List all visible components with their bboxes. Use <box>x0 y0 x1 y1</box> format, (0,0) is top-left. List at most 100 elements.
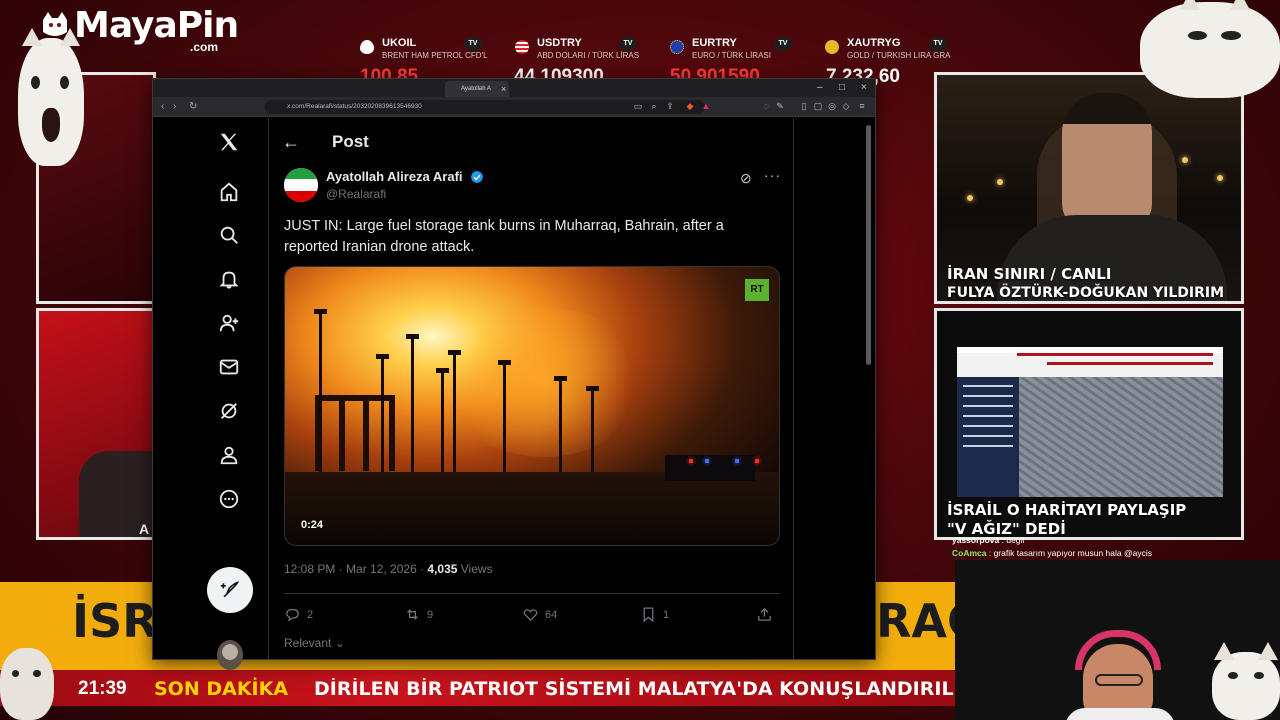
brave-shield-icon[interactable]: ◆ <box>685 101 695 111</box>
like-button[interactable]: 64 <box>522 606 557 623</box>
menu-icon[interactable]: ≡ <box>857 101 867 111</box>
close-window-icon[interactable]: × <box>861 81 867 95</box>
bookmark-button[interactable]: 1 <box>640 606 669 623</box>
chat-message: yassorpova : degil <box>952 535 1025 545</box>
streamer-body <box>1065 708 1175 720</box>
views-count: 4,035 <box>427 562 458 576</box>
tweet-video[interactable]: RT 0:24 <box>284 266 780 546</box>
grok-icon[interactable] <box>217 399 241 423</box>
more-options-icon[interactable] <box>217 487 241 511</box>
tv-frame-live-report: İRAN SINIRI / CANLI FULYA ÖZTÜRK-DOĞUKAN… <box>934 72 1244 304</box>
video-duration: 0:24 <box>301 519 324 531</box>
ticker-description: ABD DOLARI / TÜRK LİRAS <box>537 51 640 60</box>
broadcast-clock: 21:39 <box>78 678 127 699</box>
bookmark-icon <box>643 607 654 623</box>
author-name[interactable]: Ayatollah Alireza Arafi <box>326 169 463 184</box>
post-more-icon[interactable]: ··· <box>764 167 781 183</box>
tradingview-icon: TV <box>464 37 482 51</box>
zoom-icon[interactable]: ⌕ <box>649 101 659 111</box>
wallet-icon[interactable]: ▢ <box>813 101 823 111</box>
ticker-usdtry: USDTRY ABD DOLARI / TÜRK LİRAS TV <box>507 34 662 64</box>
tradingview-icon: TV <box>774 37 792 51</box>
grok-explain-icon[interactable]: ⊘ <box>740 170 752 187</box>
extensions-icon[interactable]: ✎ <box>775 101 785 111</box>
ticker-eurtry: EURTRY EURO / TÜRK LİRASI TV <box>662 34 817 64</box>
glasses <box>1095 674 1143 686</box>
x-logo-icon[interactable] <box>217 130 241 154</box>
browser-tab-bar: Ayatollah A × – □ × <box>153 79 875 97</box>
map-caption-line1: İSRAİL O HARİTAYI PAYLAŞIP <box>947 501 1187 519</box>
live-caption-line2: FULYA ÖZTÜRK-DOĞUKAN YILDIRIM <box>947 285 1225 301</box>
cast-icon[interactable]: ▭ <box>633 101 643 111</box>
tab-close-icon[interactable]: × <box>501 81 506 97</box>
notifications-icon[interactable] <box>217 267 241 291</box>
shared-map-image <box>957 347 1223 497</box>
share-icon[interactable]: ⇪ <box>665 101 675 111</box>
live-chat: yassorpova : degil CoAmca : grafik tasar… <box>952 534 1212 564</box>
author-handle[interactable]: @Realarafi <box>326 187 386 201</box>
cat-sticker-bottom-right <box>1212 642 1280 720</box>
back-nav-icon[interactable]: ‹ <box>161 100 164 114</box>
shield-icon[interactable]: ◇ <box>841 101 851 111</box>
page-title: Post <box>332 132 369 151</box>
compose-post-button[interactable] <box>207 567 253 613</box>
chevron-down-icon: ⌄ <box>331 636 345 650</box>
tradingview-icon: TV <box>929 37 947 51</box>
messages-icon[interactable] <box>217 355 241 379</box>
vpn-icon[interactable]: ◎ <box>827 101 837 111</box>
account-avatar[interactable] <box>217 640 243 670</box>
live-caption-line1: İRAN SINIRI / CANLI <box>947 265 1112 283</box>
tv-frame-bottom-left: A <box>36 308 156 540</box>
home-icon[interactable] <box>217 180 241 204</box>
repost-button[interactable]: 9 <box>404 606 433 623</box>
like-count: 64 <box>545 608 558 621</box>
ticker-xautryg: XAUTRYG GOLD / TURKISH LIRA GRA TV <box>817 34 972 64</box>
back-arrow-icon[interactable]: ← <box>282 132 300 153</box>
post-timestamp[interactable]: 12:08 PM · Mar 12, 2026 · 4,035 Views <box>284 562 493 576</box>
reply-sort-dropdown[interactable]: Relevant ⌄ <box>284 636 345 650</box>
eu-flag-icon <box>670 40 684 54</box>
ticker-symbol: UKOIL <box>382 37 417 49</box>
share-button[interactable] <box>756 606 779 623</box>
heart-icon <box>523 609 538 622</box>
oil-drop-icon <box>360 40 374 54</box>
reply-button[interactable]: 2 <box>284 606 313 623</box>
bookmark-count: 1 <box>663 608 670 621</box>
x-post-column: ← Post Ayatollah Alireza Arafi @Realaraf… <box>270 118 794 660</box>
page-scrollbar[interactable] <box>866 125 871 365</box>
market-ticker-bar: UKOIL BRENT HAM PETROL CFD'L TV USDTRY A… <box>352 34 972 64</box>
browser-window[interactable]: Ayatollah A × – □ × ‹ › ↻ ▯ x.com/Realar… <box>152 78 876 670</box>
headline-left: İSR <box>72 594 158 648</box>
ticker-symbol: EURTRY <box>692 37 737 49</box>
rt-logo: RT <box>745 279 769 301</box>
repost-icon <box>407 609 418 620</box>
forward-nav-icon[interactable]: › <box>173 100 176 114</box>
sidebar-icon[interactable]: ▯ <box>799 101 809 111</box>
cat-sticker-left <box>18 28 84 166</box>
caption-fragment: A <box>139 521 150 537</box>
ground <box>285 472 779 545</box>
author-avatar[interactable] <box>284 168 318 202</box>
ticker-symbol: XAUTRYG <box>847 37 901 49</box>
ticker-symbol: USDTRY <box>537 37 582 49</box>
ticker-description: GOLD / TURKISH LIRA GRA <box>847 51 951 60</box>
minimize-icon[interactable]: – <box>817 81 823 95</box>
ticker-description: EURO / TÜRK LİRASI <box>692 51 771 60</box>
rewards-icon[interactable]: ▲ <box>701 101 711 111</box>
maximize-icon[interactable]: □ <box>839 81 845 95</box>
reload-icon[interactable]: ↻ <box>189 100 197 114</box>
divider <box>284 593 780 594</box>
verified-badge-icon <box>471 171 483 183</box>
reporter-face <box>1062 93 1152 233</box>
ticker-description: BRENT HAM PETROL CFD'L <box>382 51 488 60</box>
profile-icon[interactable] <box>217 443 241 467</box>
stream-overlay: MayaPin .com UKOIL BRENT HAM PETROL CFD'… <box>0 0 1280 720</box>
follow-icon[interactable] <box>217 311 241 335</box>
feather-plus-icon <box>220 581 240 598</box>
logo-suffix: .com <box>190 40 219 54</box>
chat-message: CoAmca : grafik tasarım yapıyor musun ha… <box>952 548 1152 558</box>
cat-sticker-bottom-left <box>0 648 54 720</box>
chat-icon[interactable]: ◌ <box>761 101 771 111</box>
search-icon[interactable] <box>217 223 241 247</box>
browser-tab[interactable]: Ayatollah A <box>445 81 509 97</box>
